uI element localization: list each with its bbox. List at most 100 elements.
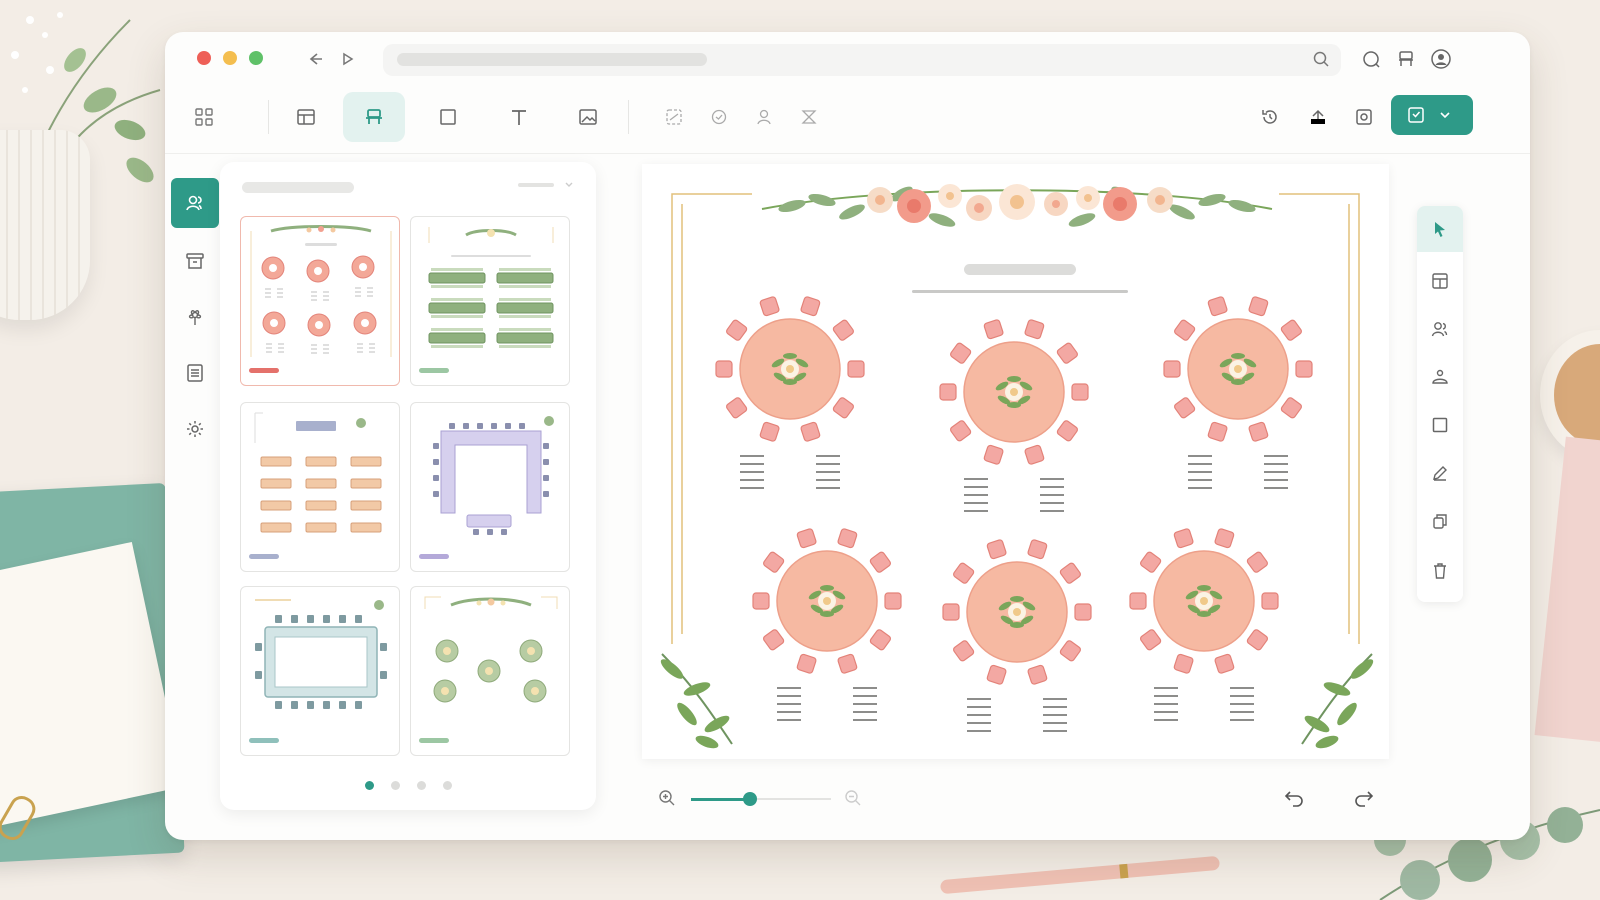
- preview-button[interactable]: [1333, 92, 1395, 142]
- title-bar: [165, 32, 1530, 88]
- delete-tool[interactable]: [1417, 548, 1463, 594]
- seat-tool-button[interactable]: [343, 92, 405, 142]
- guests-tool[interactable]: [1417, 306, 1463, 352]
- template-card-garden-rounds[interactable]: [410, 586, 570, 756]
- sort-dropdown[interactable]: [518, 180, 574, 190]
- centerpiece-leaf: [783, 353, 797, 359]
- vase: [0, 130, 90, 320]
- clear-tool-button[interactable]: [778, 92, 840, 142]
- round-table-1[interactable]: [715, 296, 865, 489]
- zoom-out-icon[interactable]: [843, 788, 863, 813]
- page-dot-3[interactable]: [416, 781, 426, 790]
- chevron-down-icon: [565, 182, 573, 187]
- person-icon: [757, 109, 771, 125]
- guest-name-line: [1040, 502, 1064, 504]
- guest-name-line: [853, 687, 877, 689]
- page-dot-1[interactable]: [364, 781, 374, 790]
- chair: [983, 444, 1004, 465]
- assign-tool[interactable]: [1417, 354, 1463, 400]
- guest-name-line: [964, 478, 988, 480]
- sidebar-item-guests[interactable]: [171, 178, 219, 228]
- chair: [1071, 383, 1089, 401]
- table-tool-button[interactable]: [275, 92, 337, 142]
- toolbar-divider: [268, 100, 269, 134]
- chair: [832, 319, 854, 341]
- guest-name-line: [1230, 687, 1254, 689]
- seating-chart-sheet[interactable]: [642, 164, 1389, 759]
- chair: [763, 551, 785, 573]
- shape-tool-button[interactable]: [417, 92, 479, 142]
- centerpiece-leaf: [783, 379, 797, 385]
- sidebar-item-list[interactable]: [171, 348, 219, 398]
- maximize-window-button[interactable]: [249, 51, 263, 65]
- history-icon: [1262, 110, 1277, 124]
- centerpiece-leaf: [1197, 611, 1211, 617]
- template-card-banquet-rows[interactable]: [410, 216, 570, 386]
- panel-title: [242, 182, 354, 193]
- image-tool-button[interactable]: [557, 92, 619, 142]
- sheet-title-underline: [912, 290, 1128, 293]
- page-dot-4[interactable]: [442, 781, 452, 790]
- user-avatar-icon[interactable]: [1428, 46, 1454, 72]
- centerpiece-flower-center: [1200, 597, 1208, 605]
- template-tag: [419, 738, 449, 743]
- text-icon: [512, 110, 526, 125]
- template-card-u-shape[interactable]: [410, 402, 570, 572]
- apps-grid-icon[interactable]: [173, 92, 235, 142]
- guest-name-line: [816, 471, 840, 473]
- search-icon[interactable]: [1311, 49, 1331, 74]
- undo-icon[interactable]: [1283, 786, 1305, 813]
- save-dropdown-button[interactable]: [1391, 95, 1473, 135]
- edit-tool[interactable]: [1417, 450, 1463, 496]
- round-table-5[interactable]: [942, 539, 1092, 732]
- redo-icon[interactable]: [1353, 786, 1375, 813]
- zoom-slider-handle[interactable]: [742, 792, 757, 806]
- archive-icon: [186, 253, 204, 269]
- back-arrow-icon[interactable]: [302, 46, 328, 72]
- sidebar-item-tables[interactable]: [171, 236, 219, 286]
- layout-tool[interactable]: [1417, 258, 1463, 304]
- template-card-classroom[interactable]: [240, 402, 400, 572]
- round-table-2[interactable]: [939, 319, 1089, 512]
- chair: [847, 360, 865, 378]
- round-table-6[interactable]: [1129, 528, 1279, 721]
- template-tag: [249, 554, 279, 559]
- template-card-boardroom[interactable]: [240, 586, 400, 756]
- template-card-round-tables[interactable]: [240, 216, 400, 386]
- guest-name-line: [777, 703, 801, 705]
- shape-tool[interactable]: [1417, 402, 1463, 448]
- round-table-3[interactable]: [1163, 296, 1313, 489]
- chat-icon[interactable]: [1358, 46, 1384, 72]
- close-window-button[interactable]: [197, 51, 211, 65]
- chair: [953, 562, 975, 584]
- chair: [759, 296, 780, 317]
- forward-arrow-icon[interactable]: [335, 46, 361, 72]
- select-tool[interactable]: [1417, 206, 1463, 252]
- page-dot-2[interactable]: [390, 781, 400, 790]
- round-table-4[interactable]: [752, 528, 902, 721]
- chair: [939, 383, 957, 401]
- guest-name-line: [1043, 722, 1067, 724]
- guest-name-line: [1188, 471, 1212, 473]
- boardroom-thumbnail: [255, 599, 387, 709]
- sheet-title-bar: [964, 264, 1076, 275]
- layout-icon: [1432, 273, 1448, 289]
- chair: [800, 421, 821, 442]
- duplicate-tool[interactable]: [1417, 498, 1463, 544]
- guest-name-line: [1264, 455, 1288, 457]
- guest-name-line: [740, 455, 764, 457]
- url-text: [397, 53, 707, 66]
- text-tool-button[interactable]: [488, 92, 550, 142]
- chair: [1163, 360, 1181, 378]
- sidebar-item-decor[interactable]: [171, 292, 219, 342]
- zoom-in-icon[interactable]: [657, 788, 677, 813]
- address-bar[interactable]: [383, 44, 1341, 76]
- minimize-window-button[interactable]: [223, 51, 237, 65]
- seat-person-icon: [1432, 369, 1448, 384]
- sidebar-item-settings[interactable]: [171, 404, 219, 454]
- chair: [1246, 551, 1268, 573]
- seat-icon[interactable]: [1393, 46, 1419, 72]
- guest-name-line: [1188, 455, 1212, 457]
- chair: [1074, 603, 1092, 621]
- guest-name-line: [967, 698, 991, 700]
